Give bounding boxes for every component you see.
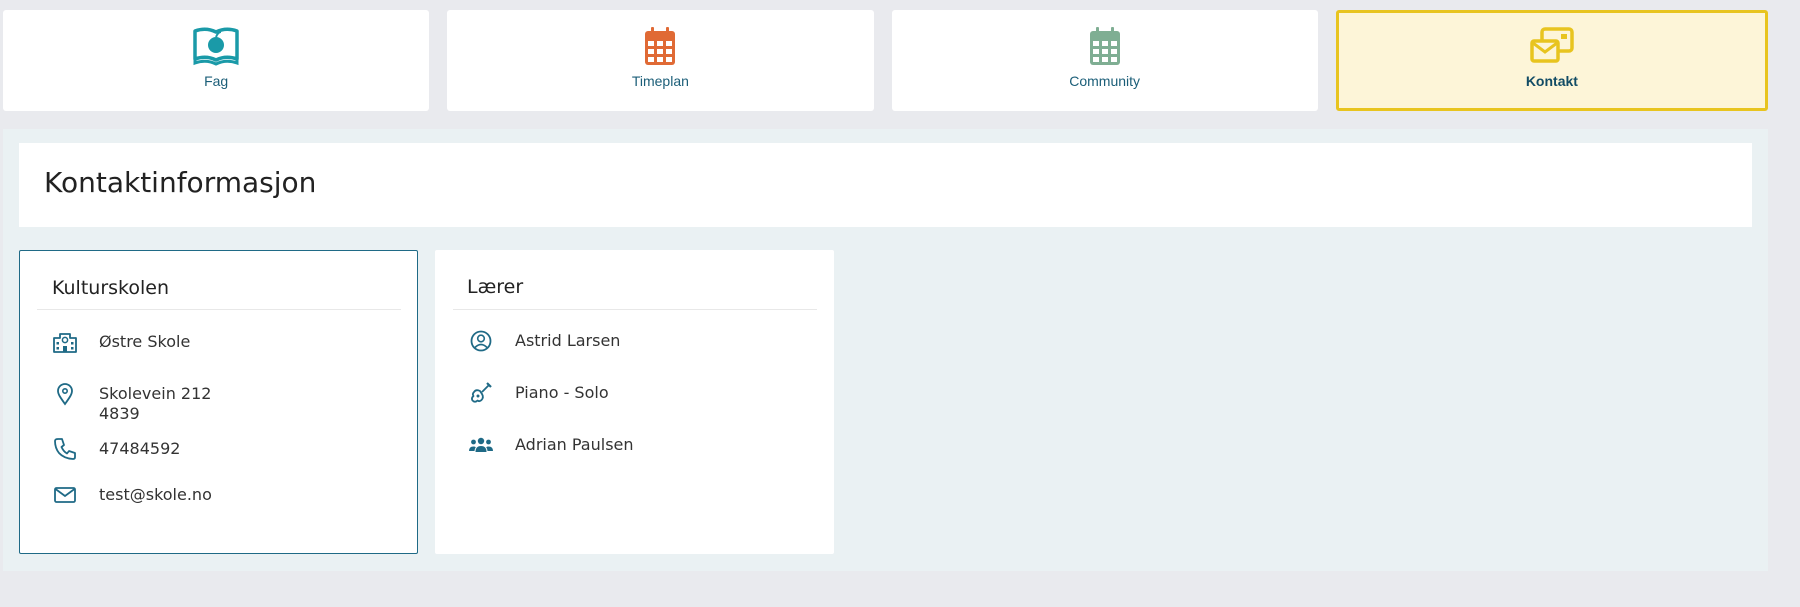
- users-group-icon: [469, 437, 493, 452]
- tab-bar: Fag Timeplan Community Kontakt: [3, 10, 1768, 111]
- teacher-name-row: Astrid Larsen: [467, 327, 620, 355]
- tab-timeplan[interactable]: Timeplan: [447, 10, 874, 111]
- subject-row: Piano - Solo: [467, 379, 609, 407]
- envelope-icon: [54, 487, 76, 503]
- school-name-row: Østre Skole: [51, 328, 190, 356]
- school-card-title: Kulturskolen: [52, 277, 169, 299]
- student-name: Adrian Paulsen: [515, 435, 634, 454]
- user-circle-icon: [470, 330, 492, 352]
- address-row: Skolevein 212 4839: [51, 380, 211, 424]
- mail-stack-icon: [1530, 27, 1574, 63]
- teacher-card-title: Lærer: [467, 276, 524, 298]
- divider: [37, 309, 401, 310]
- calendar-icon: [645, 27, 676, 65]
- tab-fag[interactable]: Fag: [3, 10, 430, 111]
- phone-icon: [54, 438, 76, 460]
- teacher-card: Lærer Astrid Larsen Piano - Solo Adrian …: [435, 250, 834, 554]
- contact-panel: Kontaktinformasjon Kulturskolen Østre Sk…: [3, 129, 1768, 571]
- tab-kontakt[interactable]: Kontakt: [1335, 10, 1768, 111]
- tab-label: Community: [1069, 73, 1141, 89]
- address: Skolevein 212 4839: [99, 380, 211, 424]
- teacher-name: Astrid Larsen: [515, 331, 621, 350]
- phone-number[interactable]: 47484592: [99, 435, 180, 459]
- page-title: Kontaktinformasjon: [44, 166, 317, 199]
- calendar-grid-icon: [1089, 27, 1120, 65]
- email-address[interactable]: test@skole.no: [99, 481, 212, 505]
- tab-label: Kontakt: [1525, 73, 1578, 89]
- email-row: test@skole.no: [51, 481, 212, 509]
- guitar-icon: [471, 382, 492, 403]
- book-apple-icon: [193, 27, 239, 66]
- student-row: Adrian Paulsen: [467, 431, 634, 459]
- map-pin-icon: [57, 383, 73, 406]
- phone-row: 47484592: [51, 435, 180, 463]
- tab-label: Fag: [204, 73, 229, 89]
- divider: [453, 309, 817, 310]
- school-card: Kulturskolen Østre Skole Skolevein 212 4: [19, 250, 418, 554]
- school-name: Østre Skole: [99, 332, 191, 351]
- tab-label: Timeplan: [631, 73, 689, 89]
- title-card: Kontaktinformasjon: [19, 143, 1752, 227]
- address-line2: 4839: [99, 404, 140, 423]
- subject: Piano - Solo: [515, 383, 609, 402]
- tab-community[interactable]: Community: [891, 10, 1318, 111]
- address-line1: Skolevein 212: [99, 384, 212, 403]
- school-building-icon: [53, 333, 77, 353]
